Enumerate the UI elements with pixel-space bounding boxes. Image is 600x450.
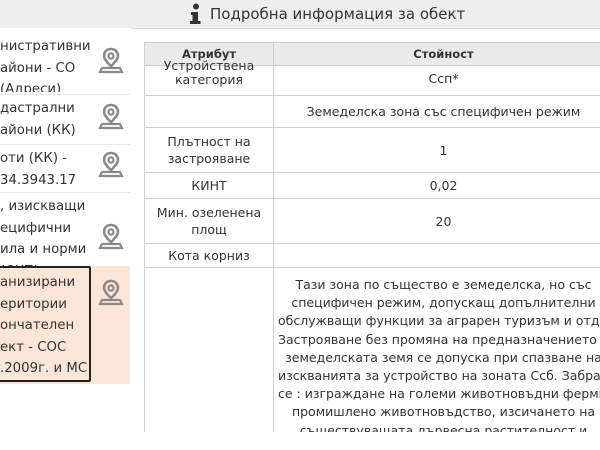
attribute-cell — [144, 95, 274, 128]
attribute-cell: КИНТ — [144, 172, 274, 199]
table-row: Устройствена категория Ссп* — [144, 58, 600, 96]
value-cell: 1 — [273, 127, 600, 173]
table-row: Кота корниз — [144, 243, 600, 268]
value-cell: Ссп* — [273, 65, 600, 96]
value-cell: 0,02 — [273, 172, 600, 199]
map-pin-icon[interactable] — [97, 222, 125, 250]
sidebar-item-label: нистративни айони - СО (Адреси) — [0, 39, 91, 92]
layers-sidebar: нистративни айони - СО (Адреси) дастралн… — [0, 28, 130, 450]
sidebar-item-plots[interactable]: оти (КК) - 34.3943.17 — [0, 146, 130, 192]
table-row: Тази зона по същество е земеделска, но с… — [144, 267, 600, 432]
map-pin-icon[interactable] — [97, 102, 125, 130]
attributes-table-container: Атрибут Стойност Устройствена категория … — [144, 42, 600, 432]
attribute-cell: Плътност на застрояване — [144, 127, 274, 173]
table-row: Плътност на застрояване 1 — [144, 127, 600, 173]
column-header-value: Стойност — [273, 42, 600, 66]
header-title-group: Подробна информация за обект — [188, 2, 465, 26]
value-cell: 20 — [273, 198, 600, 244]
value-cell — [273, 243, 600, 268]
attribute-cell: Устройствена категория — [144, 58, 274, 89]
info-icon — [188, 3, 202, 25]
sidebar-item-cadastral-regions[interactable]: дастрални айони (КК) — [0, 96, 130, 142]
page-title: Подробна информация за обект — [210, 5, 466, 23]
active-item-focus-outline — [0, 266, 91, 382]
sidebar-divider — [0, 192, 130, 193]
details-header: Подробна информация за обект — [0, 0, 600, 29]
sidebar-divider — [0, 144, 130, 145]
attribute-cell — [144, 267, 274, 432]
attributes-table: Атрибут Стойност Устройствена категория … — [144, 42, 600, 432]
sidebar-item-label: оти (КК) - 34.3943.17 — [0, 151, 77, 188]
map-pin-icon[interactable] — [97, 278, 125, 306]
table-row: КИНТ 0,02 — [144, 172, 600, 199]
map-pin-icon[interactable] — [97, 46, 125, 74]
value-cell: Земеделска зона със специфичен режим — [273, 95, 600, 128]
map-pin-icon[interactable] — [97, 150, 125, 178]
table-row: Земеделска зона със специфичен режим — [144, 95, 600, 128]
sidebar-item-label: дастрални айони (КК) — [0, 101, 76, 138]
attribute-cell: Кота корниз — [144, 243, 274, 268]
table-row: Мин. озеленена площ 20 — [144, 198, 600, 244]
description-cell: Тази зона по същество е земеделска, но с… — [273, 267, 600, 432]
attribute-cell: Мин. озеленена площ — [144, 198, 274, 244]
sidebar-divider — [0, 94, 130, 95]
sidebar-item-administrative-regions[interactable]: нистративни айони - СО (Адреси) — [0, 36, 130, 92]
